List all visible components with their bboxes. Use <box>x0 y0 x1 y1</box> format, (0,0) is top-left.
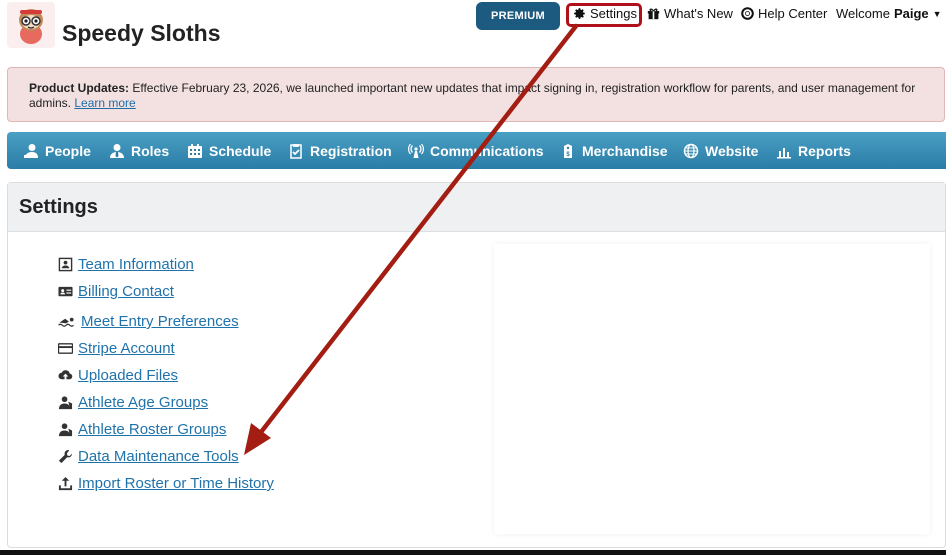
team-logo[interactable] <box>7 2 55 48</box>
meet-entry-preferences-link-row[interactable]: Meet Entry Preferences <box>58 313 239 330</box>
athlete-roster-groups-link[interactable]: Athlete Roster Groups <box>78 421 226 438</box>
nav-communications[interactable]: Communications <box>408 143 544 159</box>
meet-entry-preferences-link[interactable]: Meet Entry Preferences <box>81 313 239 330</box>
import-roster-link-row[interactable]: Import Roster or Time History <box>58 475 274 492</box>
nav-schedule-label: Schedule <box>209 142 272 159</box>
nav-reports[interactable]: Reports <box>776 143 851 159</box>
nav-merchandise-label: Merchandise <box>582 142 668 159</box>
help-center-label: Help Center <box>758 6 828 21</box>
data-maintenance-tools-link[interactable]: Data Maintenance Tools <box>78 448 239 465</box>
premium-button[interactable]: PREMIUM <box>476 2 560 30</box>
tag-icon: $ <box>564 143 572 158</box>
user-tie-icon <box>110 143 124 158</box>
cloud-upload-icon <box>58 370 73 381</box>
caret-down-icon: ▼ <box>932 8 942 19</box>
nav-people[interactable]: People <box>23 143 91 159</box>
wrench-icon <box>58 449 73 464</box>
athlete-age-groups-link[interactable]: Athlete Age Groups <box>78 394 208 411</box>
athlete-roster-groups-link-row[interactable]: Athlete Roster Groups <box>58 421 226 438</box>
settings-content-area <box>494 244 930 534</box>
welcome-prefix: Welcome <box>836 6 890 21</box>
globe-icon <box>683 143 699 158</box>
athlete-age-groups-link-row[interactable]: Athlete Age Groups <box>58 394 208 411</box>
stripe-account-link[interactable]: Stripe Account <box>78 340 175 357</box>
users-icon <box>58 423 73 437</box>
sloth-mascot-icon <box>19 9 43 44</box>
team-information-link[interactable]: Team Information <box>78 256 194 273</box>
bottom-edge <box>0 550 946 555</box>
nav-roles-label: Roles <box>131 142 170 159</box>
upload-icon <box>58 476 73 491</box>
broadcast-icon <box>408 143 424 158</box>
learn-more-link[interactable]: Learn more <box>74 96 135 110</box>
calendar-icon <box>188 143 202 158</box>
gift-icon <box>647 8 660 20</box>
nav-website[interactable]: Website <box>683 143 758 159</box>
team-name: Speedy Sloths <box>62 20 221 46</box>
user-menu[interactable]: Welcome Paige ▼ <box>836 6 942 21</box>
billing-contact-link[interactable]: Billing Contact <box>78 283 174 300</box>
nav-merchandise[interactable]: $ Merchandise <box>560 143 668 159</box>
life-ring-icon <box>741 7 754 20</box>
nav-website-label: Website <box>705 142 759 159</box>
stripe-account-link-row[interactable]: Stripe Account <box>58 340 175 357</box>
banner-text: Effective February 23, 2026, we launched… <box>29 81 916 110</box>
nav-people-label: People <box>45 142 91 159</box>
id-document-icon <box>58 257 73 272</box>
credit-card-icon <box>58 343 73 354</box>
main-nav: People Roles Schedule Registration Commu… <box>7 132 946 169</box>
import-roster-link[interactable]: Import Roster or Time History <box>78 475 274 492</box>
nav-roles[interactable]: Roles <box>109 143 169 159</box>
nav-schedule[interactable]: Schedule <box>187 143 271 159</box>
nav-registration[interactable]: Registration <box>288 143 392 159</box>
team-information-link-row[interactable]: Team Information <box>58 256 194 273</box>
clipboard-check-icon <box>290 143 302 159</box>
nav-registration-label: Registration <box>310 142 392 159</box>
panel-title: Settings <box>8 183 945 232</box>
user-name: Paige <box>893 6 929 21</box>
whats-new-label: What's New <box>664 6 733 21</box>
nav-reports-label: Reports <box>798 142 851 159</box>
uploaded-files-link[interactable]: Uploaded Files <box>78 367 178 384</box>
address-card-icon <box>58 286 73 297</box>
bar-chart-icon <box>777 147 791 158</box>
help-center-link[interactable]: Help Center <box>741 6 827 21</box>
users-icon <box>58 396 73 410</box>
nav-communications-label: Communications <box>430 142 544 159</box>
uploaded-files-link-row[interactable]: Uploaded Files <box>58 367 178 384</box>
swimmer-icon <box>58 317 74 327</box>
banner-bold-label: Product Updates: <box>29 81 130 95</box>
data-maintenance-tools-link-row[interactable]: Data Maintenance Tools <box>58 448 239 465</box>
settings-highlight-box <box>566 3 642 27</box>
product-updates-banner: Product Updates: Effective February 23, … <box>7 67 945 122</box>
billing-contact-link-row[interactable]: Billing Contact <box>58 283 174 300</box>
whats-new-link[interactable]: What's New <box>647 6 733 21</box>
person-icon <box>24 143 38 158</box>
